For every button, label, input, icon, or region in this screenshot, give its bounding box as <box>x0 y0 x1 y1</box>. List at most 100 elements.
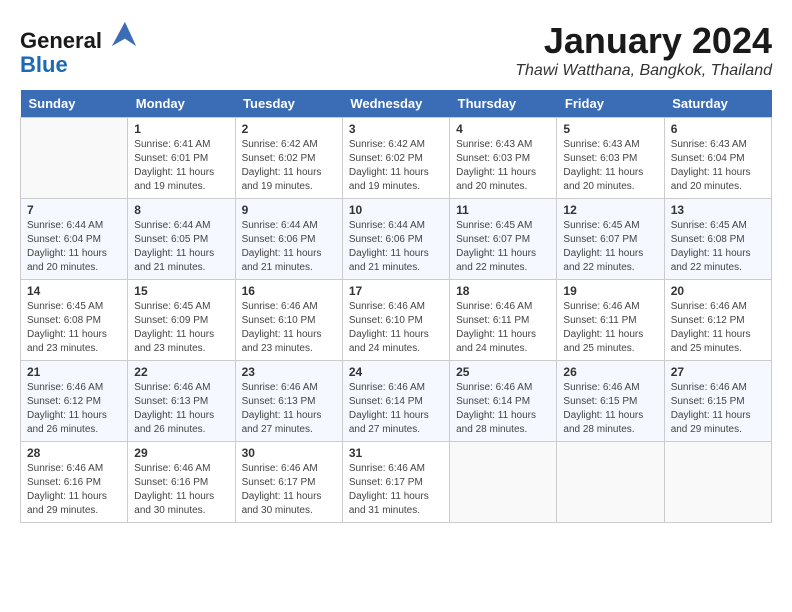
day-info: Sunrise: 6:46 AM Sunset: 6:17 PM Dayligh… <box>349 462 443 518</box>
day-number: 22 <box>134 365 228 379</box>
day-info: Sunrise: 6:46 AM Sunset: 6:15 PM Dayligh… <box>563 381 657 437</box>
day-info: Sunrise: 6:45 AM Sunset: 6:09 PM Dayligh… <box>134 300 228 356</box>
logo: General Blue <box>20 20 138 77</box>
day-cell: 20Sunrise: 6:46 AM Sunset: 6:12 PM Dayli… <box>664 280 771 361</box>
day-info: Sunrise: 6:45 AM Sunset: 6:08 PM Dayligh… <box>27 300 121 356</box>
day-info: Sunrise: 6:44 AM Sunset: 6:05 PM Dayligh… <box>134 219 228 275</box>
day-info: Sunrise: 6:46 AM Sunset: 6:10 PM Dayligh… <box>242 300 336 356</box>
day-info: Sunrise: 6:43 AM Sunset: 6:04 PM Dayligh… <box>671 138 765 194</box>
day-number: 3 <box>349 122 443 136</box>
day-number: 19 <box>563 284 657 298</box>
month-title: January 2024 <box>515 20 772 62</box>
day-number: 13 <box>671 203 765 217</box>
day-info: Sunrise: 6:46 AM Sunset: 6:13 PM Dayligh… <box>134 381 228 437</box>
weekday-header-monday: Monday <box>128 90 235 118</box>
day-cell <box>557 442 664 523</box>
day-cell: 31 Sunrise: 6:46 AM Sunset: 6:17 PM Dayli… <box>342 442 449 523</box>
weekday-header-thursday: Thursday <box>450 90 557 118</box>
day-cell: 16 Sunrise: 6:46 AM Sunset: 6:10 PM Dayli… <box>235 280 342 361</box>
day-info: Sunrise: 6:43 AM Sunset: 6:03 PM Dayligh… <box>563 138 657 194</box>
day-info: Sunrise: 6:41 AM Sunset: 6:01 PM Dayligh… <box>134 138 228 194</box>
day-cell: 13 Sunrise: 6:45 AM Sunset: 6:08 PM Dayli… <box>664 199 771 280</box>
day-number: 18 <box>456 284 550 298</box>
day-cell: 14 Sunrise: 6:45 AM Sunset: 6:08 PM Dayli… <box>21 280 128 361</box>
calendar-table: SundayMondayTuesdayWednesdayThursdayFrid… <box>20 90 772 523</box>
day-cell: 25 Sunrise: 6:46 AM Sunset: 6:14 PM Dayli… <box>450 361 557 442</box>
day-number: 12 <box>563 203 657 217</box>
day-cell: 9 Sunrise: 6:44 AM Sunset: 6:06 PM Daylig… <box>235 199 342 280</box>
week-row-3: 14 Sunrise: 6:45 AM Sunset: 6:08 PM Dayli… <box>21 280 772 361</box>
day-cell: 1 Sunrise: 6:41 AM Sunset: 6:01 PM Daylig… <box>128 118 235 199</box>
day-info: Sunrise: 6:46 AM Sunset: 6:14 PM Dayligh… <box>349 381 443 437</box>
page-header: General Blue January 2024 Thawi Watthana… <box>20 20 772 80</box>
day-info: Sunrise: 6:46 AM Sunset: 6:10 PM Dayligh… <box>349 300 443 356</box>
week-row-2: 7 Sunrise: 6:44 AM Sunset: 6:04 PM Daylig… <box>21 199 772 280</box>
day-number: 25 <box>456 365 550 379</box>
day-cell: 17Sunrise: 6:46 AM Sunset: 6:10 PM Dayli… <box>342 280 449 361</box>
day-cell: 24Sunrise: 6:46 AM Sunset: 6:14 PM Dayli… <box>342 361 449 442</box>
day-cell <box>21 118 128 199</box>
day-info: Sunrise: 6:46 AM Sunset: 6:15 PM Dayligh… <box>671 381 765 437</box>
day-cell: 21Sunrise: 6:46 AM Sunset: 6:12 PM Dayli… <box>21 361 128 442</box>
day-cell: 22 Sunrise: 6:46 AM Sunset: 6:13 PM Dayli… <box>128 361 235 442</box>
day-info: Sunrise: 6:43 AM Sunset: 6:03 PM Dayligh… <box>456 138 550 194</box>
weekday-header-wednesday: Wednesday <box>342 90 449 118</box>
day-number: 14 <box>27 284 121 298</box>
day-cell <box>450 442 557 523</box>
day-info: Sunrise: 6:46 AM Sunset: 6:12 PM Dayligh… <box>27 381 121 437</box>
day-info: Sunrise: 6:45 AM Sunset: 6:07 PM Dayligh… <box>563 219 657 275</box>
day-info: Sunrise: 6:46 AM Sunset: 6:11 PM Dayligh… <box>563 300 657 356</box>
day-number: 23 <box>242 365 336 379</box>
day-info: Sunrise: 6:46 AM Sunset: 6:16 PM Dayligh… <box>134 462 228 518</box>
weekday-header-sunday: Sunday <box>21 90 128 118</box>
title-section: January 2024 Thawi Watthana, Bangkok, Th… <box>515 20 772 80</box>
day-number: 16 <box>242 284 336 298</box>
day-info: Sunrise: 6:42 AM Sunset: 6:02 PM Dayligh… <box>349 138 443 194</box>
weekday-header-tuesday: Tuesday <box>235 90 342 118</box>
day-info: Sunrise: 6:44 AM Sunset: 6:06 PM Dayligh… <box>242 219 336 275</box>
day-info: Sunrise: 6:45 AM Sunset: 6:07 PM Dayligh… <box>456 219 550 275</box>
day-number: 26 <box>563 365 657 379</box>
weekday-header-friday: Friday <box>557 90 664 118</box>
day-info: Sunrise: 6:45 AM Sunset: 6:08 PM Dayligh… <box>671 219 765 275</box>
day-cell: 26 Sunrise: 6:46 AM Sunset: 6:15 PM Dayli… <box>557 361 664 442</box>
day-number: 29 <box>134 446 228 460</box>
day-number: 1 <box>134 122 228 136</box>
day-info: Sunrise: 6:46 AM Sunset: 6:17 PM Dayligh… <box>242 462 336 518</box>
day-number: 30 <box>242 446 336 460</box>
weekday-header-saturday: Saturday <box>664 90 771 118</box>
day-number: 7 <box>27 203 121 217</box>
day-number: 28 <box>27 446 121 460</box>
day-number: 6 <box>671 122 765 136</box>
day-number: 31 <box>349 446 443 460</box>
day-cell: 6 Sunrise: 6:43 AM Sunset: 6:04 PM Daylig… <box>664 118 771 199</box>
day-number: 10 <box>349 203 443 217</box>
day-cell: 4Sunrise: 6:43 AM Sunset: 6:03 PM Daylig… <box>450 118 557 199</box>
day-number: 15 <box>134 284 228 298</box>
day-info: Sunrise: 6:46 AM Sunset: 6:14 PM Dayligh… <box>456 381 550 437</box>
day-number: 2 <box>242 122 336 136</box>
day-cell: 11Sunrise: 6:45 AM Sunset: 6:07 PM Dayli… <box>450 199 557 280</box>
day-cell: 28 Sunrise: 6:46 AM Sunset: 6:16 PM Dayli… <box>21 442 128 523</box>
day-number: 27 <box>671 365 765 379</box>
week-row-5: 28 Sunrise: 6:46 AM Sunset: 6:16 PM Dayli… <box>21 442 772 523</box>
logo-general: General <box>20 28 102 53</box>
day-cell: 27 Sunrise: 6:46 AM Sunset: 6:15 PM Dayli… <box>664 361 771 442</box>
day-info: Sunrise: 6:46 AM Sunset: 6:11 PM Dayligh… <box>456 300 550 356</box>
day-cell: 7 Sunrise: 6:44 AM Sunset: 6:04 PM Daylig… <box>21 199 128 280</box>
weekday-header-row: SundayMondayTuesdayWednesdayThursdayFrid… <box>21 90 772 118</box>
day-info: Sunrise: 6:44 AM Sunset: 6:06 PM Dayligh… <box>349 219 443 275</box>
day-cell: 19 Sunrise: 6:46 AM Sunset: 6:11 PM Dayli… <box>557 280 664 361</box>
day-number: 8 <box>134 203 228 217</box>
day-cell: 5Sunrise: 6:43 AM Sunset: 6:03 PM Daylig… <box>557 118 664 199</box>
day-cell: 8 Sunrise: 6:44 AM Sunset: 6:05 PM Daylig… <box>128 199 235 280</box>
week-row-1: 1 Sunrise: 6:41 AM Sunset: 6:01 PM Daylig… <box>21 118 772 199</box>
logo-blue: Blue <box>20 52 68 77</box>
day-cell: 2 Sunrise: 6:42 AM Sunset: 6:02 PM Daylig… <box>235 118 342 199</box>
day-info: Sunrise: 6:44 AM Sunset: 6:04 PM Dayligh… <box>27 219 121 275</box>
day-number: 9 <box>242 203 336 217</box>
day-number: 20 <box>671 284 765 298</box>
day-info: Sunrise: 6:42 AM Sunset: 6:02 PM Dayligh… <box>242 138 336 194</box>
day-cell: 10 Sunrise: 6:44 AM Sunset: 6:06 PM Dayli… <box>342 199 449 280</box>
day-info: Sunrise: 6:46 AM Sunset: 6:16 PM Dayligh… <box>27 462 121 518</box>
